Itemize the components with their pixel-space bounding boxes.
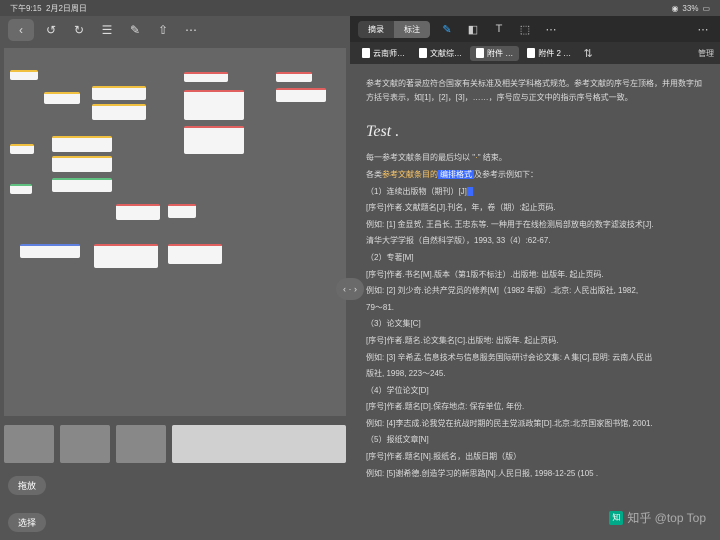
right-toolbar: 摘录标注 ✎ ◧ T ⬚ ⋯ ⋯ [350,16,720,42]
node[interactable] [168,244,222,264]
tab[interactable]: 云南师… [356,46,411,61]
more-icon[interactable]: ⋯ [542,20,560,38]
doc-tabs: 云南师… 文献综… 附件 … 附件 2 … ⇅ 管理 [350,42,720,64]
tab[interactable]: 附件 2 … [521,46,577,61]
status-bar: 下午9:15 2月2日周日 ◉33%▭ [0,0,720,16]
manage-button[interactable]: 管理 [698,48,714,59]
thumb[interactable] [4,425,54,463]
drag-button[interactable]: 拖放 [8,476,46,495]
node[interactable] [276,88,326,102]
node[interactable] [10,184,32,194]
mindmap-canvas[interactable] [4,48,346,416]
back-button[interactable]: ‹ [8,19,34,41]
edit-button[interactable]: ✎ [124,19,146,41]
node[interactable] [94,244,158,268]
watermark: 知知乎 @top Top [609,509,706,526]
node[interactable] [10,144,34,154]
thumb[interactable] [172,425,346,463]
left-pane: ‹ ↺ ↻ ☰ ✎ ⇧ ⋯ 拖放 选择 [0,16,350,540]
node[interactable] [10,70,38,80]
select-button[interactable]: 选择 [8,513,46,532]
node[interactable] [92,86,146,100]
undo-button[interactable]: ↺ [40,19,62,41]
crop-icon[interactable]: ⬚ [516,20,534,38]
handwriting: Test . [366,118,704,145]
wifi-icon: ◉ [671,4,678,13]
node[interactable] [168,204,196,218]
node[interactable] [116,204,160,220]
text-icon[interactable]: T [490,20,508,38]
eraser-icon[interactable]: ◧ [464,20,482,38]
node[interactable] [52,136,112,152]
more-button[interactable]: ⋯ [180,19,202,41]
list-button[interactable]: ☰ [96,19,118,41]
node[interactable] [52,156,112,172]
node[interactable] [52,178,112,192]
redo-button[interactable]: ↻ [68,19,90,41]
thumbnails [0,420,350,468]
tab[interactable]: 附件 … [470,46,519,61]
node[interactable] [184,126,244,154]
mode-segment[interactable]: 摘录标注 [358,21,430,38]
node[interactable] [184,72,228,82]
pen-icon[interactable]: ✎ [438,20,456,38]
left-toolbar: ‹ ↺ ↻ ☰ ✎ ⇧ ⋯ [0,16,350,44]
menu-icon[interactable]: ⋯ [694,20,712,38]
document-view[interactable]: 参考文献的著录应符合国家有关标准及相关学科格式规范。参考文献的序号左顶格，并用数… [350,64,720,540]
thumb[interactable] [116,425,166,463]
node[interactable] [20,244,80,258]
battery-icon: ▭ [702,4,710,13]
node[interactable] [276,72,312,82]
share-button[interactable]: ⇧ [152,19,174,41]
node[interactable] [44,92,80,104]
page-nav[interactable]: ‹ · › [336,278,364,300]
thumb[interactable] [60,425,110,463]
node[interactable] [92,104,146,120]
sort-icon[interactable]: ⇅ [579,44,597,62]
right-pane: 摘录标注 ✎ ◧ T ⬚ ⋯ ⋯ 云南师… 文献综… 附件 … 附件 2 … ⇅… [350,16,720,540]
tab[interactable]: 文献综… [413,46,468,61]
node[interactable] [184,90,244,120]
